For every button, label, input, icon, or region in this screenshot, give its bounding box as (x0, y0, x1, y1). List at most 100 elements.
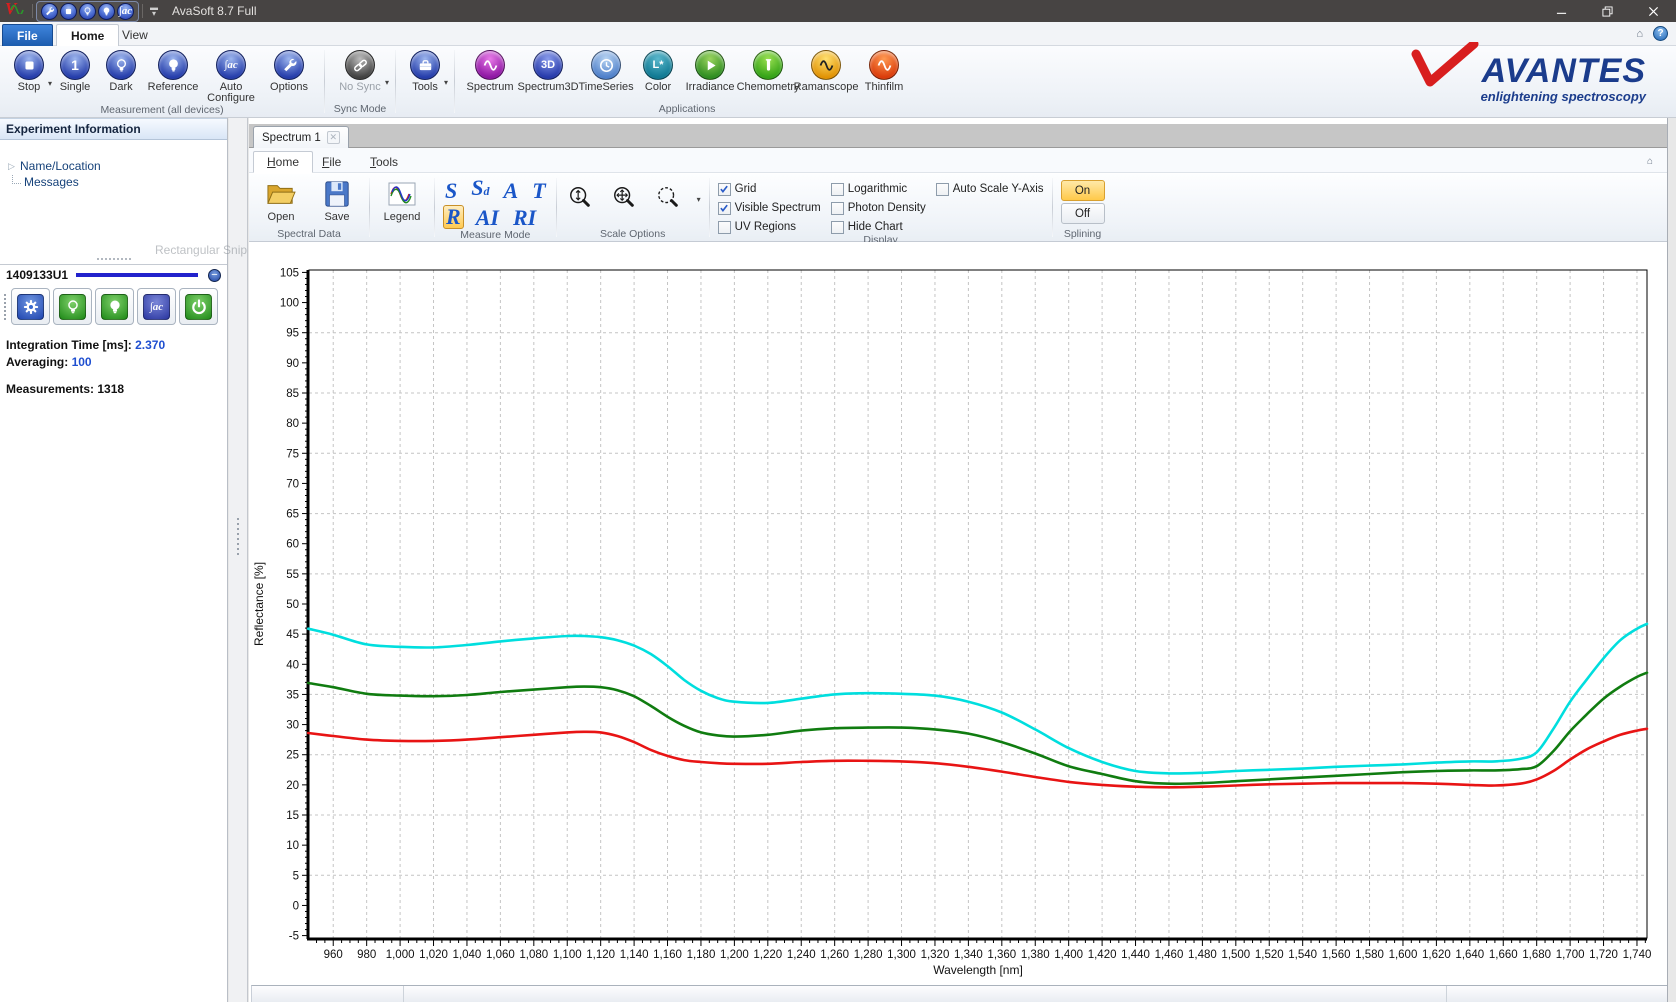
expander-icon[interactable]: ▷ (8, 161, 20, 172)
button-label: Tools (412, 82, 438, 93)
ramanscope-button[interactable]: Ramanscope (797, 48, 855, 93)
axis-tick-labels: -505101520253035404550556065707580859095… (280, 267, 1652, 961)
sidebar: Experiment Information ▷Name/LocationMes… (0, 118, 228, 1002)
ribbon-collapse-icon[interactable]: ⌂ (1636, 28, 1643, 40)
zoom-rect-button[interactable] (653, 183, 683, 213)
checked-checkbox-icon[interactable] (718, 183, 731, 196)
svg-text:1,540: 1,540 (1288, 949, 1317, 961)
checkbox-grid[interactable]: Grid (718, 182, 821, 196)
group-caption: Spectral Data (257, 228, 361, 241)
legend-button[interactable]: Legend (378, 177, 426, 223)
unchecked-checkbox-icon[interactable] (936, 183, 949, 196)
measure-mode-ai[interactable]: AI (474, 207, 501, 229)
spectrum-button[interactable]: Spectrum (461, 48, 519, 93)
vertical-splitter[interactable] (237, 518, 239, 555)
tree-item-messages[interactable]: Messages (8, 174, 227, 190)
clock-icon (591, 50, 621, 80)
doc-tab-tools[interactable]: Tools (357, 151, 411, 173)
button-label: Stop (18, 82, 41, 93)
measure-mode-a[interactable]: A (502, 180, 521, 202)
unchecked-checkbox-icon[interactable] (831, 221, 844, 234)
splining-off-button[interactable]: Off (1061, 203, 1105, 224)
checked-checkbox-icon[interactable] (718, 202, 731, 215)
restore-button[interactable] (1584, 0, 1630, 22)
single-button[interactable]: 1Single (52, 48, 98, 93)
unchecked-checkbox-icon[interactable] (831, 202, 844, 215)
tab-view[interactable]: View (108, 24, 162, 46)
toolbar-collapse-icon[interactable]: ⌂ (1647, 156, 1653, 167)
dark-button[interactable]: Dark (98, 48, 144, 93)
unchecked-checkbox-icon[interactable] (718, 221, 731, 234)
stop-square-icon[interactable] (60, 3, 77, 20)
qat-customize-dropdown[interactable]: ▬▾ (150, 5, 158, 17)
wrench-icon[interactable] (41, 3, 58, 20)
bulb-outline-icon[interactable] (79, 3, 96, 20)
spectrum3d-button[interactable]: 3DSpectrum3D (519, 48, 577, 93)
open-button[interactable]: Open (257, 177, 305, 223)
checkbox-logarithmic[interactable]: Logarithmic (831, 182, 926, 196)
measure-mode-ri[interactable]: RI (511, 207, 538, 229)
device-gear-button[interactable] (11, 288, 50, 325)
measure-mode-sd[interactable]: Sd (469, 177, 491, 202)
options-button[interactable]: Options (260, 48, 318, 93)
device-power-button[interactable] (179, 288, 218, 325)
dropdown-caret-icon[interactable]: ▾ (697, 195, 701, 204)
thinfilm-button[interactable]: Thinfilm (855, 48, 913, 93)
close-button[interactable] (1630, 0, 1676, 22)
measure-mode-s[interactable]: S (443, 180, 459, 202)
tab-file[interactable]: File (2, 24, 53, 46)
timeseries-button[interactable]: TimeSeries (577, 48, 635, 93)
device-info-integration-time-ms: Integration Time [ms]: 2.370 (6, 338, 221, 352)
svg-text:1,360: 1,360 (987, 949, 1016, 961)
dropdown-caret-icon[interactable]: ▾ (444, 78, 448, 87)
checkbox-uv-regions[interactable]: UV Regions (718, 220, 821, 234)
help-icon[interactable]: ? (1653, 26, 1668, 41)
svg-text:25: 25 (286, 750, 299, 762)
minimize-button[interactable] (1538, 0, 1584, 22)
checkbox-hide-chart[interactable]: Hide Chart (831, 220, 926, 234)
jac-icon[interactable]: ∫ac (117, 3, 134, 20)
color-button[interactable]: L*Color (635, 48, 681, 93)
device-bulb-button[interactable] (95, 288, 134, 325)
checkbox-photon-density[interactable]: Photon Density (831, 201, 926, 215)
bulb-icon (101, 294, 128, 320)
device-jac-button[interactable]: ∫ac (137, 288, 176, 325)
chemometry-button[interactable]: Chemometry (739, 48, 797, 93)
tools-button[interactable]: Tools (402, 48, 448, 93)
zoom-vertical-button[interactable] (565, 183, 595, 213)
save-button[interactable]: Save (313, 177, 361, 223)
irradiance-button[interactable]: Irradiance (681, 48, 739, 93)
checkbox-auto-scale-y-axis[interactable]: Auto Scale Y-Axis (936, 182, 1044, 196)
group-caption: Splining (1061, 228, 1105, 241)
device-bulb-outline-button[interactable] (53, 288, 92, 325)
close-tab-icon[interactable]: ✕ (327, 131, 340, 144)
button-label: Options (270, 82, 308, 93)
doc-tab-file[interactable]: File (309, 151, 354, 173)
checkbox-visible-spectrum[interactable]: Visible Spectrum (718, 201, 821, 215)
bulb-icon[interactable] (98, 3, 115, 20)
reference-button[interactable]: Reference (144, 48, 202, 93)
splining-on-button[interactable]: On (1061, 180, 1105, 201)
tab-spectrum-1[interactable]: Spectrum 1 ✕ (253, 126, 349, 148)
horizontal-splitter[interactable] (0, 254, 227, 264)
status-cell (252, 986, 404, 1002)
measure-mode-r[interactable]: R (443, 205, 464, 229)
button-label: Ramanscope (794, 82, 859, 93)
chart-canvas[interactable]: -505101520253035404550556065707580859095… (249, 242, 1668, 985)
collapse-device-button[interactable]: − (208, 269, 221, 282)
status-bar (251, 985, 1667, 1002)
button-label: Spectrum3D (517, 82, 578, 93)
value[interactable]: 100 (72, 355, 92, 369)
auto-configure-button[interactable]: ∫acAuto Configure (202, 48, 260, 104)
tree-item-name-location[interactable]: ▷Name/Location (8, 158, 227, 174)
unchecked-checkbox-icon[interactable] (831, 183, 844, 196)
doc-tab-home[interactable]: Home (253, 151, 313, 173)
drag-handle[interactable] (4, 294, 6, 320)
zoom-all-button[interactable] (609, 183, 639, 213)
gridlines (309, 270, 1647, 938)
dropdown-caret-icon[interactable]: ▾ (385, 78, 389, 87)
stop-button[interactable]: Stop (6, 48, 52, 93)
no-sync-button[interactable]: No Sync (331, 48, 389, 93)
value[interactable]: 2.370 (135, 338, 165, 352)
measure-mode-t[interactable]: T (530, 180, 547, 202)
